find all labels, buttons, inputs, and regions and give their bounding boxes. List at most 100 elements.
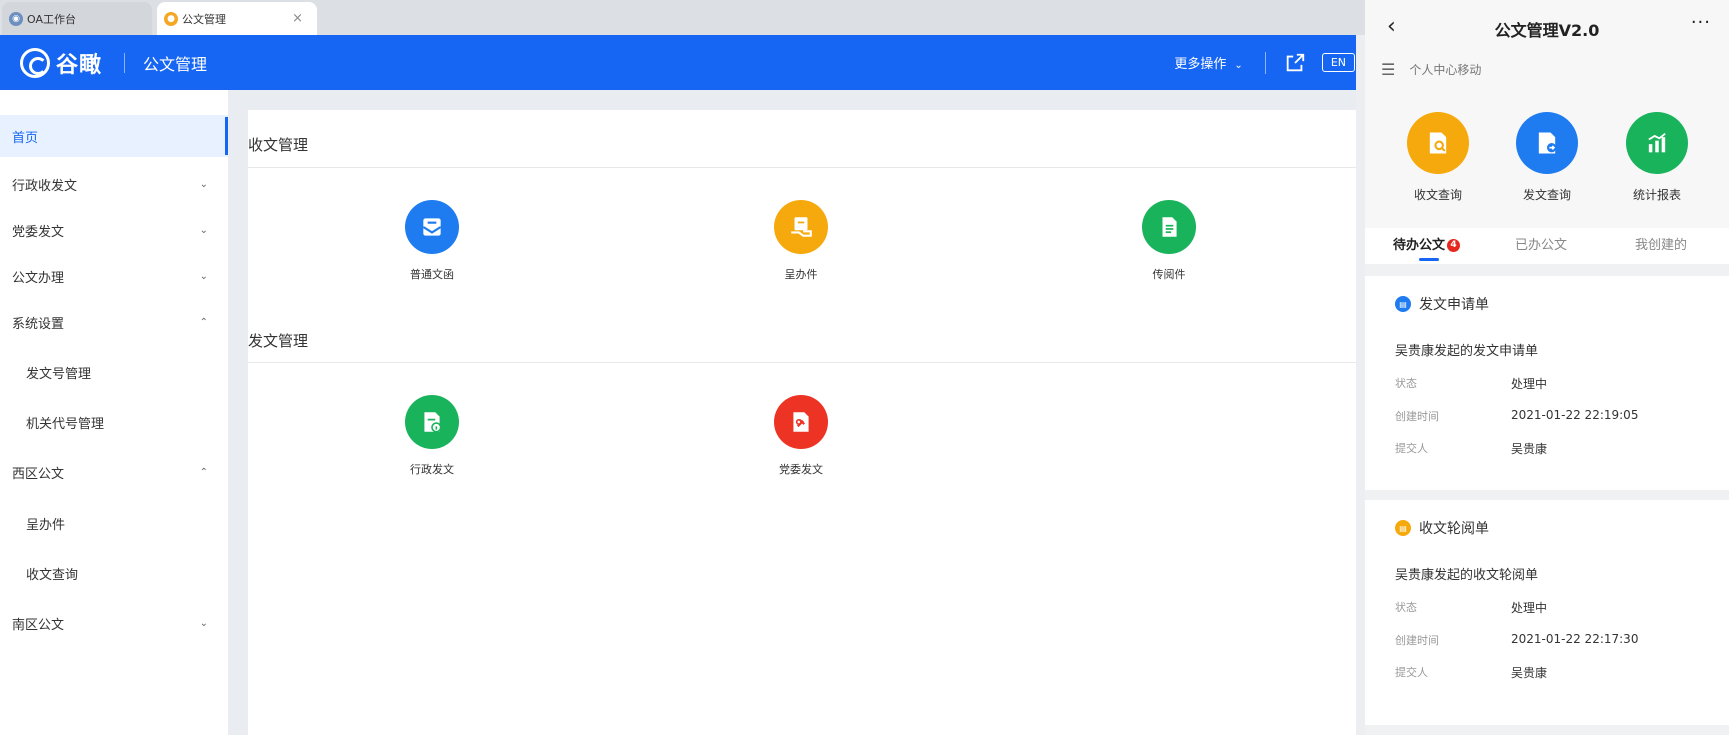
sidebar-item-label: 呈办件 (26, 517, 66, 533)
field-label: 状态 (1395, 377, 1417, 390)
app-circulation[interactable]: 传阅件 (1109, 200, 1229, 282)
browser-tab-label: 公文管理 (182, 12, 226, 26)
form-type-icon: ▤ (1395, 296, 1411, 312)
party-document-icon (774, 395, 828, 449)
main-panel: 收文管理 普通文函 呈办件 传阅件 发文管理 行政发文 党委发文 (248, 110, 1356, 735)
mobile-app-statistics[interactable]: 统计报表 (1612, 112, 1702, 203)
browser-tab-document[interactable]: ● 公文管理 × (157, 2, 317, 35)
document-info-icon (405, 395, 459, 449)
menu-icon: ☰ (1381, 60, 1396, 79)
sidebar-item-home[interactable]: 首页 (0, 115, 228, 157)
receive-section-title: 收文管理 (248, 136, 309, 154)
document-icon (1142, 200, 1196, 254)
browser-tab-label: OA工作台 (27, 12, 76, 26)
document-arrow-icon (1516, 112, 1578, 174)
field-value: 吴贵康 (1511, 442, 1548, 456)
app-submitted-item[interactable]: 呈办件 (741, 200, 861, 282)
field-value: 2021-01-22 22:17:30 (1511, 632, 1639, 646)
app-circle-icon: ● (164, 11, 178, 26)
field-value: 吴贵康 (1511, 666, 1548, 680)
sidebar-item-admin-documents[interactable]: 行政收发文 ⌄ (0, 163, 228, 205)
more-icon[interactable]: ··· (1691, 12, 1711, 33)
logo[interactable]: 谷瞰 (20, 47, 102, 79)
app-general-letter[interactable]: 普通文函 (372, 200, 492, 282)
pane-divider (1356, 35, 1365, 735)
app-label: 党委发文 (779, 463, 823, 476)
send-section-title: 发文管理 (248, 332, 309, 350)
form-type-icon: ▤ (1395, 520, 1411, 536)
sidebar-item-label: 南区公文 (12, 617, 65, 633)
open-external-icon[interactable] (1284, 52, 1306, 74)
mobile-subtitle-row[interactable]: ☰ 个人中心移动 (1381, 60, 1481, 79)
sidebar: 首页 行政收发文 ⌄ 党委发文 ⌄ 公文办理 ⌄ 系统设置 ⌃ 发文号管理 机关… (0, 90, 228, 735)
mobile-tabs: 待办公文 4 已办公文 我创建的 (1365, 228, 1729, 264)
sidebar-item-submitted[interactable]: 呈办件 (0, 502, 228, 544)
tab-created-by-me[interactable]: 我创建的 (1635, 234, 1687, 253)
tab-label: 待办公文 (1393, 238, 1446, 253)
sidebar-item-label: 系统设置 (12, 316, 65, 332)
mobile-subtitle: 个人中心移动 (1409, 63, 1482, 77)
module-title: 公文管理 (143, 54, 208, 74)
sidebar-item-label: 机关代号管理 (26, 416, 105, 432)
task-card-type: 发文申请单 (1419, 297, 1489, 313)
task-card[interactable]: ▤ 发文申请单 吴贵康发起的发文申请单 状态 处理中 创建时间 2021-01-22… (1365, 276, 1729, 490)
app-label: 普通文函 (410, 268, 454, 281)
task-card-description: 吴贵康发起的收文轮阅单 (1395, 568, 1539, 583)
language-toggle-button[interactable]: EN (1321, 53, 1355, 72)
sidebar-item-document-number[interactable]: 发文号管理 (0, 351, 228, 393)
app-party-dispatch[interactable]: 党委发文 (741, 395, 861, 477)
more-operations-dropdown[interactable]: 更多操作 ⌄ (1174, 53, 1242, 72)
app-label: 统计报表 (1632, 188, 1681, 202)
hand-document-icon (774, 200, 828, 254)
pending-count-badge: 4 (1447, 239, 1461, 252)
chevron-down-icon: ⌄ (1234, 60, 1243, 71)
task-card-type: 收文轮阅单 (1419, 521, 1489, 537)
tab-done[interactable]: 已办公文 (1515, 234, 1567, 253)
field-label: 创建时间 (1395, 410, 1439, 423)
sidebar-item-party-documents[interactable]: 党委发文 ⌄ (0, 209, 228, 251)
tab-underline (1419, 258, 1439, 261)
sidebar-item-received-query[interactable]: 收文查询 (0, 552, 228, 594)
task-card[interactable]: ▤ 收文轮阅单 吴贵康发起的收文轮阅单 状态 处理中 创建时间 2021-01-22… (1365, 500, 1729, 725)
mobile-preview: ‹ 公文管理V2.0 ··· ☰ 个人中心移动 收文查询 发文查询 统计报表 待… (1365, 0, 1729, 735)
field-value: 2021-01-22 22:19:05 (1511, 408, 1639, 422)
close-icon[interactable]: × (292, 11, 303, 26)
sidebar-item-south-documents[interactable]: 南区公文 ⌄ (0, 602, 228, 644)
sidebar-item-agency-code[interactable]: 机关代号管理 (0, 401, 228, 443)
logo-text: 谷瞰 (56, 52, 103, 78)
mobile-app-sent-query[interactable]: 发文查询 (1502, 112, 1592, 203)
browser-tab-oa[interactable]: ◉ OA工作台 (2, 2, 152, 35)
chart-icon (1626, 112, 1688, 174)
envelope-icon (405, 200, 459, 254)
tab-pending[interactable]: 待办公文 4 (1393, 234, 1461, 253)
app-label: 发文查询 (1522, 188, 1571, 202)
chevron-down-icon: ⌄ (199, 224, 208, 236)
section-divider (248, 362, 1356, 363)
task-card-description: 吴贵康发起的发文申请单 (1395, 344, 1539, 359)
field-value: 处理中 (1511, 601, 1548, 615)
more-operations-label: 更多操作 (1174, 57, 1227, 72)
field-label: 提交人 (1395, 442, 1428, 455)
header-divider (1264, 51, 1266, 74)
sidebar-item-label: 首页 (12, 130, 39, 146)
mobile-task-list: ▤ 发文申请单 吴贵康发起的发文申请单 状态 处理中 创建时间 2021-01-22… (1365, 264, 1729, 735)
mobile-title: 公文管理V2.0 (1494, 21, 1600, 40)
field-label: 状态 (1395, 601, 1417, 614)
search-document-icon (1407, 112, 1469, 174)
browser-tab-strip: ◉ OA工作台 ● 公文管理 × (0, 0, 1365, 35)
mobile-app-received-query[interactable]: 收文查询 (1393, 112, 1483, 203)
app-label: 行政发文 (410, 463, 454, 476)
section-divider (248, 167, 1356, 168)
sidebar-item-system-settings[interactable]: 系统设置 ⌃ (0, 301, 228, 343)
app-admin-dispatch[interactable]: 行政发文 (372, 395, 492, 477)
sidebar-item-document-handling[interactable]: 公文办理 ⌄ (0, 255, 228, 297)
mobile-top-area: ‹ 公文管理V2.0 ··· ☰ 个人中心移动 收文查询 发文查询 统计报表 (1365, 0, 1729, 228)
tab-label: 我创建的 (1635, 238, 1688, 253)
chevron-up-icon: ⌃ (199, 316, 208, 328)
app-label: 收文查询 (1413, 188, 1462, 202)
field-label: 创建时间 (1395, 634, 1439, 647)
sidebar-item-label: 西区公文 (12, 466, 65, 482)
field-value: 处理中 (1511, 377, 1548, 391)
chevron-up-icon: ⌃ (199, 466, 208, 478)
sidebar-item-west-documents[interactable]: 西区公文 ⌃ (0, 451, 228, 493)
